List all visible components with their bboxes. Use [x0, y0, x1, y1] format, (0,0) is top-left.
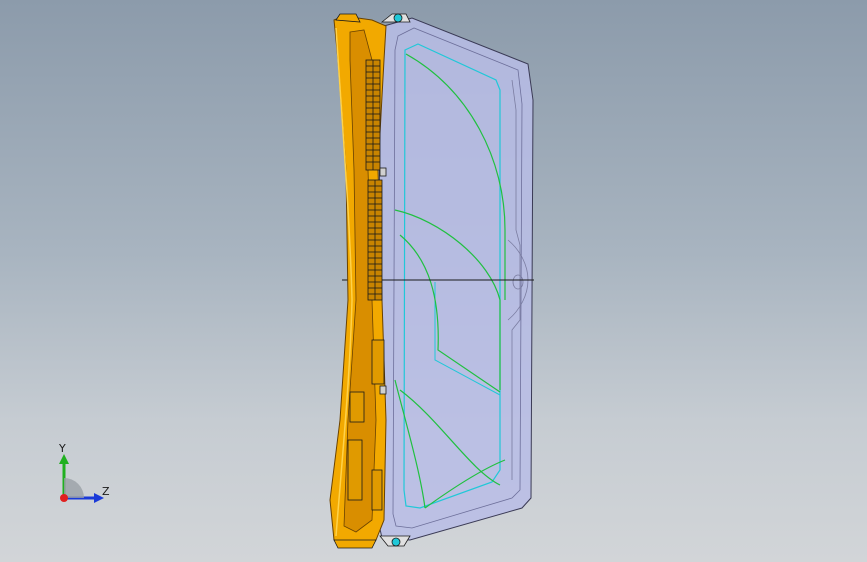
coordinate-triad: Y Z [50, 440, 120, 510]
graphics-viewport[interactable]: Y Z [0, 0, 867, 562]
y-axis-label: Y [59, 442, 66, 455]
model-view[interactable] [0, 0, 867, 562]
vent-ribs-middle [367, 179, 383, 301]
lens-glass[interactable] [377, 17, 534, 541]
triad-origin-icon [60, 494, 68, 502]
z-axis-label: Z [102, 485, 110, 498]
vent-ribs-top [365, 59, 381, 171]
y-axis-arrow [59, 454, 69, 464]
triad-sphere [64, 478, 84, 498]
